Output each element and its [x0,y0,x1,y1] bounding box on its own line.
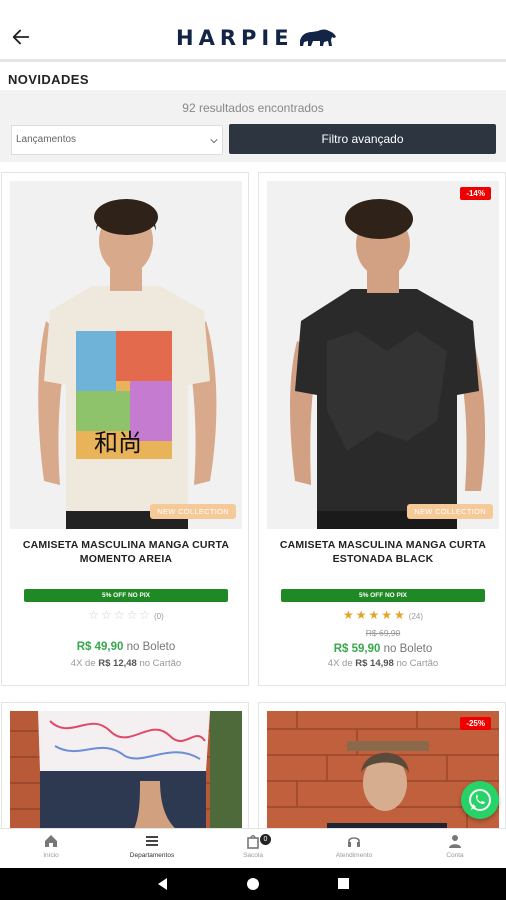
bag-icon [247,835,259,849]
product-price: R$ 59,90 [333,643,381,655]
product-card[interactable]: 和尚 NEW COLLECTION CAMISETA MASCULINA MAN… [1,172,249,686]
page-title: NOVIDADES [8,72,89,87]
product-title[interactable]: CAMISETA MASCULINA MANGA CURTA MOMENTO A… [10,538,242,566]
collection-tag: NEW COLLECTION [407,504,493,519]
price-line: R$ 59,90 no Boleto [259,643,506,655]
price-suffix: no Boleto [126,641,176,653]
installment-prefix: 4X de [327,658,353,669]
product-image[interactable]: NEW COLLECTION -14% [267,181,499,529]
nav-label: Sacola [243,852,263,859]
nav-item-account[interactable]: Conta [410,833,500,859]
sort-select[interactable]: Lançamentos [11,125,223,155]
shorts-photo [10,711,242,837]
nav-label: Departamentos [129,852,175,859]
filter-panel: 92 resultados encontrados Lançamentos Fi… [0,90,506,162]
pix-discount-label: 5% OFF NO PIX [281,589,485,602]
back-triangle-icon[interactable] [158,878,167,890]
old-price: R$ 69,90 [365,628,401,638]
product-rating: ☆☆☆☆☆ (0) [2,608,250,622]
installment-value: R$ 12,48 [98,658,137,669]
header: HARPIE [0,0,506,62]
product-image[interactable]: 和尚 NEW COLLECTION [10,181,242,529]
product-card[interactable]: -25% [258,702,506,842]
review-count: (0) [154,612,164,621]
price-line: R$ 49,90 no Boleto [2,641,250,653]
installment-prefix: 4X de [70,658,96,669]
installment-value: R$ 14,98 [355,658,394,669]
tshirt-photo [267,181,499,529]
tshirt-photo: 和尚 [10,181,242,529]
whatsapp-button[interactable] [461,781,499,819]
results-count: 92 resultados encontrados [182,101,324,115]
nav-item-support[interactable]: Atendimento [309,833,399,859]
app-root: HARPIE NOVIDADES 92 resultados encontrad… [0,0,506,900]
whatsapp-icon [469,789,491,811]
product-image[interactable] [10,711,242,837]
bag-count-badge: 0 [260,834,271,845]
review-count: (24) [408,612,424,621]
installment-line: 4X de R$ 12,48 no Cartão [2,658,250,669]
system-nav-bar [0,868,506,900]
recents-square-icon[interactable] [338,878,349,889]
headset-icon [348,837,360,847]
star-rating-icon: ☆☆☆☆☆ [88,608,152,622]
product-card[interactable]: NEW COLLECTION -14% CAMISETA MASCULINA M… [258,172,506,686]
nav-item-departments[interactable]: Departamentos [107,833,197,859]
bear-icon [299,29,336,46]
price-suffix: no Boleto [383,643,433,655]
brand-name: HARPIE [176,26,294,50]
advanced-filter-button[interactable]: Filtro avançado [229,124,496,154]
svg-text:和尚: 和尚 [94,429,142,457]
list-icon [146,836,158,846]
nav-label: Conta [446,852,464,859]
product-price: R$ 49,90 [76,641,124,653]
brand-logo[interactable]: HARPIE [176,26,338,50]
installment-suffix: no Cartão [139,658,182,669]
bottom-nav: Início Departamentos 0 Sacola Atendiment… [0,828,506,868]
installment-line: 4X de R$ 14,98 no Cartão [259,658,506,669]
nav-label: Início [43,852,59,859]
pix-discount-label: 5% OFF NO PIX [24,589,228,602]
installment-suffix: no Cartão [396,658,439,669]
system-nav-icons [158,878,349,890]
discount-badge: -14% [460,187,491,200]
nav-item-home[interactable]: Início [6,833,96,859]
discount-badge: -25% [460,717,491,730]
arrow-left-icon[interactable] [10,26,32,48]
home-icon [45,835,57,847]
home-circle-icon[interactable] [247,878,259,890]
product-title[interactable]: CAMISETA MASCULINA MANGA CURTA ESTONADA … [267,538,499,566]
product-card[interactable] [1,702,249,842]
chevron-down-icon [210,139,218,144]
collection-tag: NEW COLLECTION [150,504,236,519]
nav-item-bag[interactable]: 0 Sacola [208,833,298,859]
sort-value: Lançamentos [16,134,77,145]
star-rating-icon: ★★★★★ [342,608,407,622]
nav-label: Atendimento [335,852,373,859]
product-rating: ★★★★★ (24) [259,608,506,622]
user-icon [449,835,461,848]
